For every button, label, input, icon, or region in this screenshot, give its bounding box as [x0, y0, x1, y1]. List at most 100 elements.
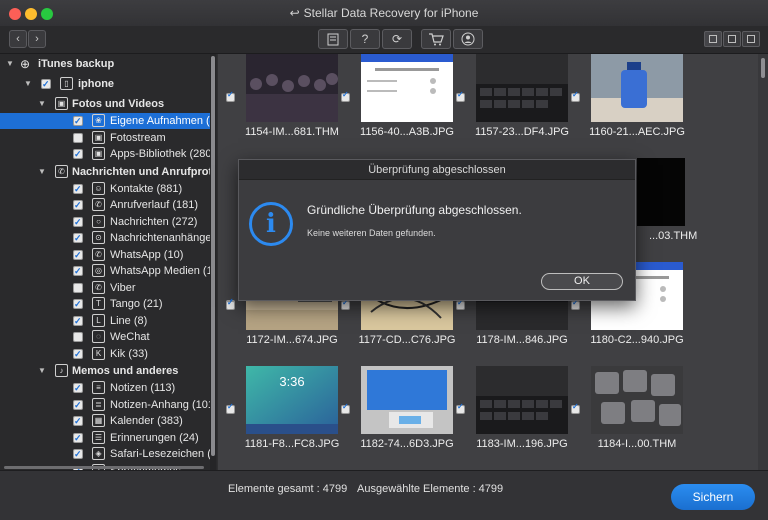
thumbnail-image[interactable] [591, 54, 683, 122]
notes-attachment-icon: ≣ [92, 397, 105, 411]
buy-button[interactable] [421, 29, 451, 49]
tree-item[interactable]: K Kik (33) [0, 346, 210, 362]
tree-item[interactable]: ☰ Erinnerungen (24) [0, 430, 210, 446]
tile-checkbox[interactable] [571, 90, 580, 102]
toolbar: ‹ › ? ⟳ [0, 26, 768, 54]
refresh-button[interactable]: ⟳ [382, 29, 412, 49]
tile-checkbox[interactable] [341, 298, 350, 310]
cover-view-button[interactable] [742, 31, 760, 47]
tree-item-label: Nachrichten (272) [110, 215, 198, 228]
tree-item-checkbox[interactable] [73, 446, 83, 462]
tree-group[interactable]: ▼ ✆ Nachrichten und Anrufprotoko [0, 164, 210, 180]
tile-checkbox[interactable] [456, 402, 465, 414]
tree-item-checkbox[interactable] [73, 263, 83, 279]
tree-item[interactable]: ⊙ Nachrichtenanhänge (6 [0, 230, 210, 246]
tree-root-itunes-backup[interactable]: ▼ ⊕ iTunes backup [0, 56, 210, 72]
tree-item[interactable]: ▦ Kalender (383) [0, 413, 210, 429]
thumbnail-caption: 1157-23...DF4.JPG [475, 126, 569, 138]
list-view-icon [728, 35, 736, 43]
tree-item-checkbox[interactable] [73, 132, 83, 143]
grid-scrollbar[interactable] [758, 54, 768, 470]
notes-icon: ≡ [92, 381, 105, 394]
tree-item-checkbox[interactable] [73, 146, 83, 162]
tree-item[interactable]: T Tango (21) [0, 296, 210, 312]
tree-item-checkbox[interactable] [73, 413, 83, 429]
tile-checkbox[interactable] [571, 402, 580, 414]
tree-item[interactable]: ❀ Eigene Aufnahmen (4799 [0, 113, 210, 129]
tile-checkbox[interactable] [226, 402, 235, 414]
tile-checkbox[interactable] [226, 298, 235, 310]
tile-checkbox[interactable] [456, 90, 465, 102]
tree-item[interactable]: ◌ WeChat [0, 329, 210, 345]
tree-item[interactable]: ▣ Apps-Bibliothek (280) [0, 146, 210, 162]
tree-item[interactable]: ≡ Notizen (113) [0, 380, 210, 396]
tile-checkbox[interactable] [571, 298, 580, 310]
grid-scroll-thumb[interactable] [761, 58, 765, 78]
tree-item[interactable]: ☺ Kontakte (881) [0, 181, 210, 197]
tree-item-checkbox[interactable] [73, 181, 83, 197]
tree-item-checkbox[interactable] [73, 430, 83, 446]
tree-item-checkbox[interactable] [73, 197, 83, 213]
thumbnail-image[interactable] [476, 366, 568, 434]
tree-item-checkbox[interactable] [73, 113, 83, 129]
thumbnail-image[interactable] [361, 54, 453, 122]
sidebar-horizontal-scrollbar[interactable] [4, 466, 204, 469]
back-button[interactable]: ‹ [9, 30, 27, 48]
tile-checkbox[interactable] [341, 90, 350, 102]
list-view-button[interactable] [723, 31, 741, 47]
whatsapp-icon: ✆ [92, 247, 105, 261]
tree-item-label: Kontakte (881) [110, 182, 183, 195]
ok-button[interactable]: OK [541, 273, 623, 290]
tree-item[interactable]: ✆ Viber [0, 280, 210, 296]
account-button[interactable] [453, 29, 483, 49]
tree-item-checkbox[interactable] [73, 230, 83, 246]
tree-item[interactable]: ✆ Anrufverlauf (181) [0, 197, 210, 213]
device-checkbox[interactable] [41, 76, 51, 92]
tree-group[interactable]: ▼ ▣ Fotos und Videos [0, 96, 210, 112]
tree-item[interactable]: ✆ WhatsApp (10) [0, 247, 210, 263]
tree-item-checkbox[interactable] [73, 214, 83, 230]
sidebar-scrollbar[interactable] [210, 54, 216, 470]
tree-item-checkbox[interactable] [73, 380, 83, 396]
thumbnail-image[interactable] [591, 366, 683, 434]
grid-view-button[interactable] [704, 31, 722, 47]
tree-item[interactable]: ◎ WhatsApp Medien (174 [0, 263, 210, 279]
tree-item[interactable]: L Line (8) [0, 313, 210, 329]
tree-item-checkbox[interactable] [73, 332, 83, 342]
tree-item[interactable]: ◈ Safari-Lesezeichen (13 [0, 446, 210, 462]
thumbnail-image[interactable] [361, 366, 453, 434]
thumbnail-image[interactable] [246, 54, 338, 122]
tree-item-checkbox[interactable] [73, 296, 83, 312]
tree-item-checkbox[interactable] [73, 346, 83, 362]
thumbnail-caption: 1181-F8...FC8.JPG [244, 438, 340, 450]
tree-item-label: Tango (21) [110, 298, 163, 310]
tree-device-iphone[interactable]: ▼ ▯ iphone [0, 76, 210, 92]
tree-group-label: Memos und anderes [72, 365, 179, 377]
tile-checkbox[interactable] [226, 90, 235, 102]
tree-item-label: Fotostream [110, 131, 166, 144]
tile-checkbox[interactable] [341, 402, 350, 414]
tree-item[interactable]: ≣ Notizen-Anhang (101) [0, 397, 210, 413]
thumbnail-image[interactable] [476, 54, 568, 122]
window-title-wrap: ↩ Stellar Data Recovery for iPhone [0, 6, 768, 20]
sidebar-scroll-thumb[interactable] [211, 56, 215, 456]
thumbnail-image[interactable] [637, 158, 685, 226]
phone-icon: ✆ [92, 198, 105, 211]
tree-item-label: Erinnerungen (24) [110, 431, 199, 444]
thumbnail-caption: 1160-21...AEC.JPG [589, 126, 685, 138]
tree-item-checkbox[interactable] [73, 247, 83, 263]
calendar-icon: ▦ [92, 414, 105, 427]
tree-item-checkbox[interactable] [73, 313, 83, 329]
info-icon: i [249, 202, 293, 246]
save-recovered-button[interactable]: Sichern [671, 484, 755, 510]
tree-item[interactable]: ○ Nachrichten (272) [0, 214, 210, 230]
forward-button[interactable]: › [28, 30, 46, 48]
tree-item[interactable]: ▣ Fotostream [0, 130, 210, 146]
help-button[interactable]: ? [350, 29, 380, 49]
tree-group[interactable]: ▼ ♪ Memos und anderes [0, 363, 210, 379]
tile-checkbox[interactable] [456, 298, 465, 310]
tree-item-checkbox[interactable] [73, 397, 83, 413]
viber-icon: ✆ [92, 280, 105, 294]
save-scan-button[interactable] [318, 29, 348, 49]
tree-item-checkbox[interactable] [73, 282, 83, 293]
